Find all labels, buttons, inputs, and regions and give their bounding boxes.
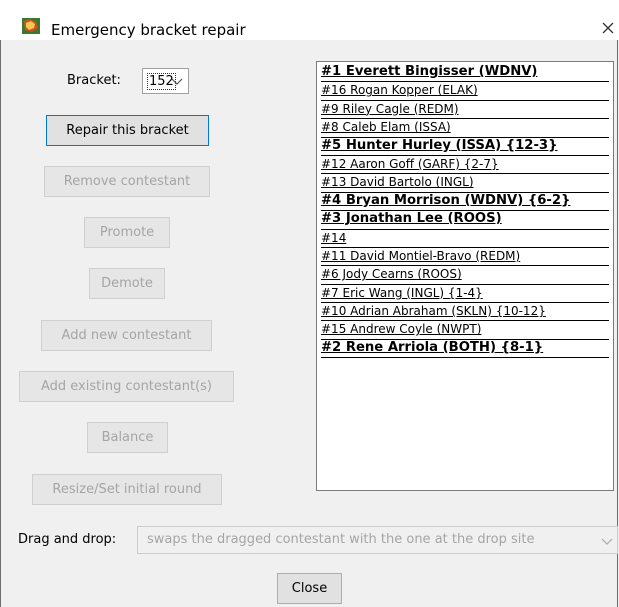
contestant-row[interactable]: #11 David Montiel-Bravo (REDM): [321, 248, 609, 267]
contestant-label: #14: [321, 230, 347, 245]
contestant-label: #7 Eric Wang (INGL) {1-4}: [321, 285, 483, 300]
contestant-row[interactable]: #15 Andrew Coyle (NWPT): [321, 321, 609, 340]
contestant-row[interactable]: #12 Aaron Goff (GARF) {2-7}: [321, 156, 609, 175]
trophy-app-icon: [22, 18, 40, 34]
contestant-row[interactable]: #1 Everett Bingisser (WDNV): [321, 64, 609, 83]
add-new-contestant-button[interactable]: Add new contestant: [41, 320, 212, 351]
contestant-label: #5 Hunter Hurley (ISSA) {12-3}: [321, 137, 558, 153]
contestant-row[interactable]: #14: [321, 230, 609, 248]
contestant-row[interactable]: #9 Riley Cagle (REDM): [321, 101, 609, 120]
contestant-label: #2 Rene Arriola (BOTH) {8-1}: [321, 339, 544, 355]
drag-drop-label: Drag and drop:: [18, 532, 117, 547]
contestant-label: #6 Jody Cearns (ROOS): [321, 267, 462, 282]
bracket-label: Bracket:: [67, 73, 121, 88]
contestant-row[interactable]: #10 Adrian Abraham (SKLN) {10-12}: [321, 303, 609, 322]
window-title: Emergency bracket repair: [51, 21, 246, 39]
add-existing-contestants-button[interactable]: Add existing contestant(s): [19, 371, 234, 402]
promote-button[interactable]: Promote: [84, 217, 170, 248]
resize-initial-round-button[interactable]: Resize/Set initial round: [32, 474, 222, 505]
drag-drop-select[interactable]: swaps the dragged contestant with the on…: [137, 526, 618, 554]
chevron-down-icon: [601, 538, 613, 545]
contestant-label: #13 David Bartolo (INGL): [321, 175, 474, 190]
contestant-label: #3 Jonathan Lee (ROOS): [321, 211, 502, 227]
contestant-list[interactable]: #1 Everett Bingisser (WDNV) #16 Rogan Kop…: [316, 61, 614, 491]
contestant-label: #15 Andrew Coyle (NWPT): [321, 322, 482, 337]
contestant-row[interactable]: #7 Eric Wang (INGL) {1-4}: [321, 285, 609, 304]
contestant-label: #10 Adrian Abraham (SKLN) {10-12}: [321, 304, 546, 319]
contestant-row[interactable]: #6 Jody Cearns (ROOS): [321, 266, 609, 285]
contestant-row[interactable]: #4 Bryan Morrison (WDNV) {6-2}: [321, 192, 609, 212]
contestant-row[interactable]: #13 David Bartolo (INGL): [321, 174, 609, 193]
close-button[interactable]: Close: [277, 573, 342, 604]
balance-button[interactable]: Balance: [87, 422, 168, 453]
contestant-label: #12 Aaron Goff (GARF) {2-7}: [321, 156, 499, 171]
close-icon[interactable]: [598, 18, 618, 38]
contestant-label: #16 Rogan Kopper (ELAK): [321, 83, 478, 98]
contestant-label: #4 Bryan Morrison (WDNV) {6-2}: [321, 192, 571, 208]
bracket-select[interactable]: 152: [142, 68, 189, 94]
contestant-row[interactable]: #3 Jonathan Lee (ROOS): [321, 211, 609, 230]
contestant-row[interactable]: #2 Rene Arriola (BOTH) {8-1}: [321, 339, 609, 359]
demote-button[interactable]: Demote: [89, 268, 165, 299]
remove-contestant-button[interactable]: Remove contestant: [44, 166, 210, 197]
repair-bracket-button[interactable]: Repair this bracket: [46, 115, 209, 146]
chevron-down-icon: [171, 78, 183, 85]
drag-drop-value: swaps the dragged contestant with the on…: [147, 532, 535, 547]
contestant-label: #8 Caleb Elam (ISSA): [321, 120, 451, 135]
contestant-row[interactable]: #8 Caleb Elam (ISSA): [321, 119, 609, 138]
contestant-row[interactable]: #16 Rogan Kopper (ELAK): [321, 82, 609, 101]
contestant-label: #1 Everett Bingisser (WDNV): [321, 64, 538, 79]
contestant-label: #11 David Montiel-Bravo (REDM): [321, 248, 521, 263]
contestant-label: #9 Riley Cagle (REDM): [321, 101, 459, 116]
contestant-row[interactable]: #5 Hunter Hurley (ISSA) {12-3}: [321, 138, 609, 156]
title-bar: Emergency bracket repair: [0, 0, 619, 40]
